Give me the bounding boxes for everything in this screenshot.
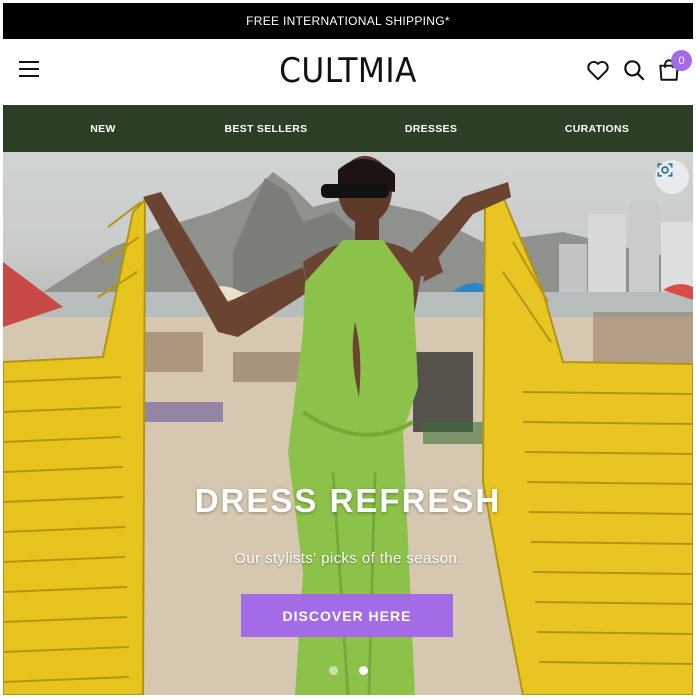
nav-item-label: BEST SELLERS: [224, 122, 308, 135]
discover-here-button[interactable]: DISCOVER HERE: [241, 594, 453, 637]
nav-item-curations[interactable]: CURATIONS: [543, 105, 651, 152]
main-nav: NEW BEST SELLERS DRESSES CURATIONS: [3, 105, 693, 152]
carousel-dot-1[interactable]: [329, 666, 338, 675]
promo-bar: FREE INTERNATIONAL SHIPPING*: [3, 3, 693, 39]
nav-item-label: CURATIONS: [564, 122, 630, 135]
site-header: CULTMIA 0: [3, 39, 693, 105]
cart-count-badge: 0: [671, 50, 692, 71]
nav-item-dresses[interactable]: DRESSES: [383, 105, 479, 152]
page-frame: FREE INTERNATIONAL SHIPPING* CULTMIA 0 N…: [3, 3, 693, 695]
hero-subtitle: Our stylists' picks of the season.: [234, 550, 462, 567]
site-logo[interactable]: CULTMIA: [31, 51, 666, 91]
discover-here-label: DISCOVER HERE: [282, 607, 412, 624]
nav-item-label: NEW: [90, 122, 116, 135]
nav-item-new[interactable]: NEW: [63, 105, 143, 152]
promo-text: FREE INTERNATIONAL SHIPPING*: [246, 14, 450, 28]
nav-item-best-sellers[interactable]: BEST SELLERS: [203, 105, 329, 152]
carousel-dot-2-active[interactable]: [359, 666, 368, 675]
nav-item-label: DRESSES: [404, 122, 458, 135]
visual-search-icon[interactable]: [655, 160, 689, 194]
hero-banner[interactable]: DRESS REFRESH Our stylists' picks of the…: [3, 152, 693, 695]
search-icon[interactable]: [621, 57, 647, 83]
heart-icon[interactable]: [585, 57, 611, 83]
hero-title: DRESS REFRESH: [194, 482, 502, 519]
